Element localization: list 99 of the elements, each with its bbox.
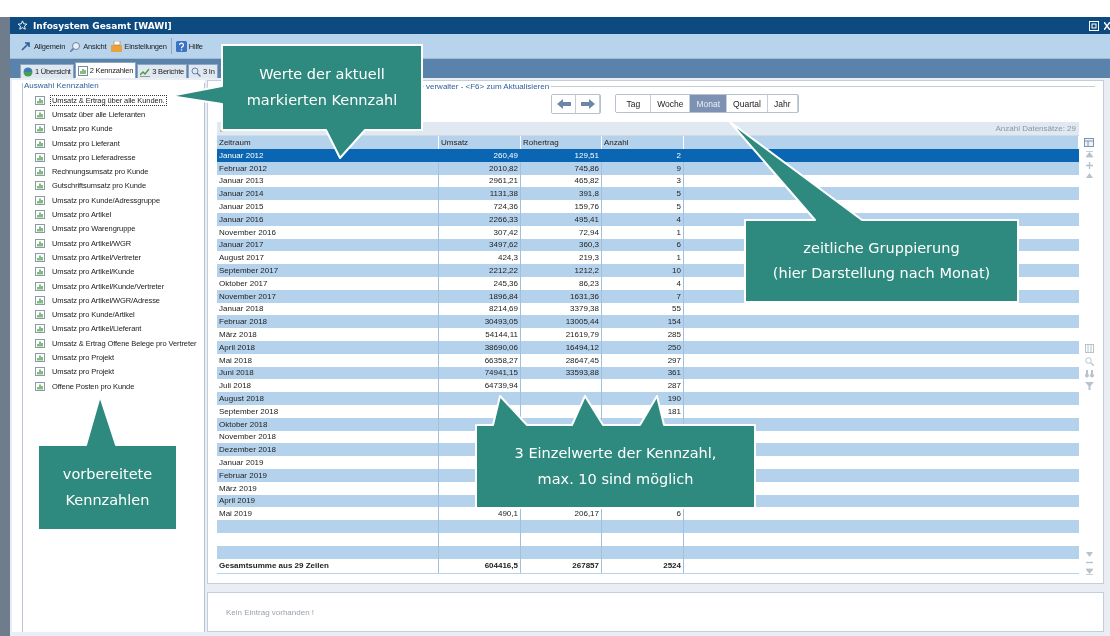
table-cell: 10 — [672, 266, 681, 276]
table-cell: 159,76 — [574, 202, 599, 212]
table-cell: 72,94 — [578, 227, 599, 237]
table-cell: 5 — [676, 202, 681, 212]
table-cell: August 2017 — [219, 253, 264, 263]
record-count: Anzahl Datensätze: 29 — [995, 124, 1076, 133]
table-cell: März 2019 — [219, 483, 257, 493]
table-cell: 54144,11 — [485, 330, 518, 340]
table-cell: 1212,2 — [574, 266, 599, 276]
table-cell: 3 — [676, 176, 681, 186]
table-cell: 2212,22 — [489, 266, 518, 276]
table-cell: April 2018 — [219, 342, 256, 352]
table-cell: 6 — [676, 240, 681, 250]
table-cell: 129,51 — [574, 150, 599, 160]
table-cell: 361 — [667, 368, 681, 378]
table-cell: 297 — [667, 355, 681, 365]
table-cell: 154 — [667, 317, 681, 327]
table-cell: 2010,82 — [489, 163, 518, 173]
total-value: 267857 — [572, 561, 599, 570]
table-cell: 8214,69 — [489, 304, 518, 314]
table-cell: August 2018 — [219, 394, 264, 404]
table-cell: 206,17 — [574, 509, 599, 519]
table-cell: Oktober 2018 — [219, 419, 268, 429]
table-cell: Januar 2015 — [219, 202, 264, 212]
group-title: Auswahl Kennzahlen — [23, 81, 100, 90]
table-cell: Januar 2016 — [219, 214, 264, 224]
table-cell: Juli 2018 — [219, 381, 252, 391]
table-cell: 38690,06 — [484, 342, 518, 352]
table-cell: April 2019 — [219, 496, 256, 506]
table-cell: 465,82 — [574, 176, 599, 186]
table-cell: 4 — [676, 214, 681, 224]
table-cell: 33593,88 — [565, 368, 599, 378]
table-cell: 2 — [676, 150, 681, 160]
table-cell: 3379,38 — [570, 304, 599, 314]
table-cell: Dezember 2018 — [219, 445, 276, 455]
table-cell: 307,42 — [493, 227, 518, 237]
table-cell: 490,1 — [497, 509, 518, 519]
table-cell: Januar 2014 — [219, 189, 264, 199]
table-cell: 4 — [676, 278, 681, 288]
table-cell: 64739,94 — [484, 381, 518, 391]
table-cell: Juni 2018 — [219, 368, 254, 378]
table-cell: Februar 2019 — [219, 470, 268, 480]
empty-message: Kein Eintrag vorhanden ! — [226, 607, 315, 617]
window-title: Infosystem Gesamt [WAWI] — [33, 20, 172, 31]
table-cell: November 2018 — [219, 432, 276, 442]
table-cell: 86,23 — [578, 278, 599, 288]
table-cell: September 2017 — [219, 266, 279, 276]
table-cell: 724,36 — [493, 202, 518, 212]
table-cell: Mai 2019 — [219, 509, 252, 519]
table-cell: 7 — [676, 291, 681, 301]
table-cell: 219,3 — [578, 253, 599, 263]
table-cell: September 2018 — [219, 406, 279, 416]
table-cell: 745,86 — [574, 163, 599, 173]
table-cell: 55 — [672, 304, 681, 314]
table-cell: 181 — [667, 406, 681, 416]
table-cell: 9 — [676, 163, 681, 173]
table-cell: 16494,12 — [565, 342, 599, 352]
table-cell: 74941,15 — [484, 368, 518, 378]
table-cell: Januar 2018 — [219, 304, 264, 314]
table-cell: 1 — [676, 253, 681, 263]
table-cell: 2266,33 — [489, 214, 518, 224]
table-cell: 424,3 — [497, 253, 518, 263]
total-value: 2524 — [663, 561, 681, 570]
table-cell: 21619,79 — [565, 330, 599, 340]
table-cell: 2961,21 — [489, 176, 518, 186]
table-cell: 1 — [676, 227, 681, 237]
table-cell: 360,3 — [578, 240, 599, 250]
table-cell: 30493,05 — [484, 317, 518, 327]
table-cell: 3497,62 — [489, 240, 518, 250]
table-cell: 391,8 — [578, 189, 599, 199]
table-cell: 66358,27 — [484, 355, 518, 365]
table-cell: Januar 2019 — [219, 458, 264, 467]
total-label: Gesamtsumme aus 29 Zeilen — [219, 561, 329, 570]
table-cell: 5 — [676, 189, 681, 199]
table-cell: März 2018 — [219, 330, 257, 340]
table-cell: 1131,38 — [489, 189, 518, 199]
table-cell: 260,49 — [493, 150, 518, 160]
table-cell: 6 — [676, 509, 681, 519]
table-cell: 250 — [667, 342, 681, 352]
table-cell: 1631,36 — [570, 291, 599, 301]
table-cell: Januar 2013 — [219, 176, 264, 186]
table-cell: 1896,84 — [489, 291, 518, 301]
table-cell: 495,41 — [574, 214, 599, 224]
table-cell: 287 — [667, 381, 681, 391]
total-value: 604416,5 — [484, 561, 518, 570]
table-cell: 190 — [667, 394, 681, 404]
group-title: verwalter - <F6> zum Aktualisieren — [425, 81, 551, 91]
table-cell: 245,36 — [493, 278, 518, 288]
table-cell: 13005,44 — [565, 317, 599, 327]
table-cell: November 2016 — [219, 227, 276, 237]
table-cell: November 2017 — [219, 291, 276, 301]
table-cell: 28647,45 — [565, 355, 599, 365]
table-cell: Februar 2012 — [219, 163, 268, 173]
table-cell: Januar 2012 — [219, 150, 264, 160]
table-cell: Januar 2017 — [219, 240, 264, 250]
table-cell: 285 — [667, 330, 681, 340]
table-cell: Februar 2018 — [219, 317, 268, 327]
table-cell: Oktober 2017 — [219, 278, 268, 288]
table-cell: Mai 2018 — [219, 355, 252, 365]
